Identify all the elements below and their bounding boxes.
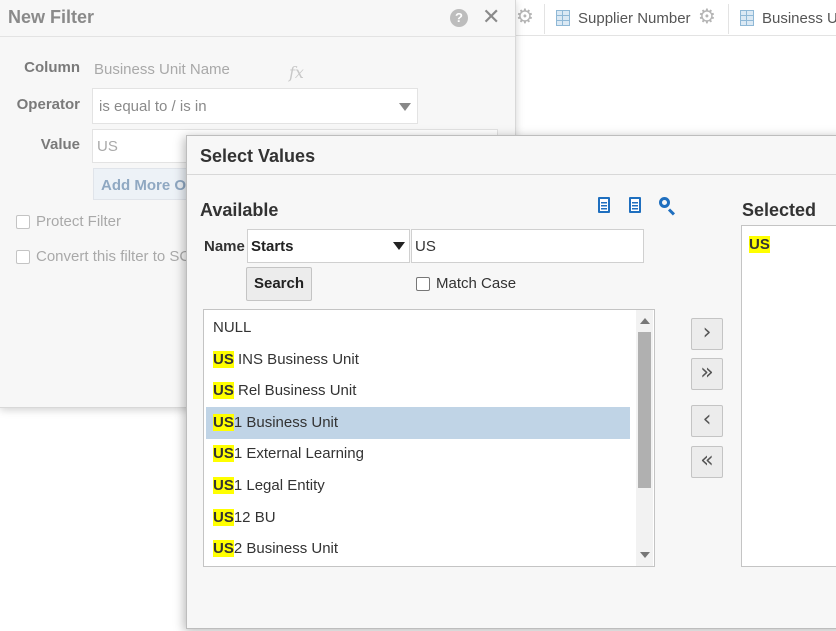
gear-icon[interactable]: ⚙ bbox=[698, 7, 716, 27]
move-right-button[interactable]: › bbox=[691, 318, 723, 350]
list-item[interactable]: US2 Business Unit bbox=[206, 533, 630, 565]
protect-filter-checkbox[interactable]: Protect Filter bbox=[16, 213, 121, 230]
column-label: Column bbox=[24, 59, 80, 76]
available-values-list[interactable]: US2 Business Unit US12 BU US1 Legal Entity… bbox=[203, 309, 655, 567]
match-highlight: US bbox=[213, 540, 234, 558]
match-highlight: US bbox=[213, 382, 234, 400]
help-icon[interactable]: ? bbox=[450, 9, 468, 27]
column-header-label: Supplier Number bbox=[578, 9, 691, 27]
document-list-icon[interactable] bbox=[625, 195, 645, 215]
list-item[interactable]: US1 External Learning bbox=[206, 438, 630, 470]
search-text-input[interactable]: US bbox=[411, 229, 644, 263]
move-all-left-button[interactable]: « bbox=[691, 446, 723, 478]
table-column-icon bbox=[556, 10, 570, 26]
match-highlight: US bbox=[213, 445, 234, 463]
checkbox-box bbox=[416, 276, 430, 291]
match-highlight: US bbox=[213, 508, 234, 526]
list-item-label: Rel Business Unit bbox=[233, 382, 357, 400]
list-item[interactable]: US1 Business Unit bbox=[206, 406, 630, 439]
selected-values-list[interactable]: US bbox=[741, 225, 836, 567]
scrollbar-thumb[interactable] bbox=[638, 332, 651, 488]
match-highlight: US bbox=[213, 413, 234, 431]
value-label: Value bbox=[40, 136, 80, 153]
operator-select[interactable]: is equal to / is in bbox=[92, 88, 418, 124]
list-item[interactable]: US1 Legal Entity bbox=[206, 470, 630, 502]
match-highlight: US bbox=[213, 350, 234, 368]
divider bbox=[544, 4, 545, 34]
list-item-label: INS Business Unit bbox=[233, 350, 359, 368]
list-item-label: 2 Business Unit bbox=[233, 540, 339, 558]
scrollbar[interactable] bbox=[636, 310, 653, 566]
dialog-title: New Filter bbox=[8, 7, 95, 27]
dialog-title: Select Values bbox=[200, 146, 316, 166]
match-operator-select[interactable]: Starts bbox=[247, 229, 410, 263]
chevron-down-icon bbox=[399, 103, 411, 111]
checkbox-box bbox=[16, 214, 30, 229]
divider bbox=[728, 4, 729, 34]
column-value: Business Unit Name bbox=[94, 61, 230, 78]
table-column-icon bbox=[740, 10, 754, 26]
list-item-label: 1 Legal Entity bbox=[233, 477, 325, 494]
gear-icon[interactable]: ⚙ bbox=[516, 7, 534, 27]
column-header-supplier-number[interactable]: Supplier Number bbox=[556, 0, 691, 36]
checkbox-label: Protect Filter bbox=[36, 213, 122, 230]
list-item[interactable]: US bbox=[749, 236, 770, 253]
column-header-business-unit[interactable]: Business U bbox=[740, 0, 836, 36]
operator-value: is equal to / is in bbox=[99, 98, 207, 115]
list-item-label: NULL bbox=[213, 319, 252, 336]
convert-filter-checkbox[interactable]: Convert this filter to SC bbox=[16, 248, 190, 265]
list-item[interactable]: NULL bbox=[206, 312, 630, 344]
move-all-right-button[interactable]: » bbox=[691, 358, 723, 390]
column-header-label: Business U bbox=[762, 9, 836, 27]
list-item-label: 1 External Learning bbox=[233, 445, 364, 463]
name-label: Name bbox=[204, 238, 245, 255]
list-item[interactable]: US12 BU bbox=[206, 502, 630, 534]
scroll-up-arrow-icon[interactable] bbox=[640, 318, 650, 324]
selected-heading: Selected bbox=[742, 200, 817, 220]
checkbox-label: Match Case bbox=[436, 275, 517, 292]
checkbox-label: Convert this filter to SC bbox=[36, 248, 191, 265]
operator-label: Operator bbox=[16, 96, 80, 113]
match-case-checkbox[interactable]: Match Case bbox=[416, 275, 516, 292]
select-values-dialog: Select Values Available Selected Name St… bbox=[186, 135, 836, 629]
move-left-button[interactable]: ‹ bbox=[691, 405, 723, 437]
available-heading: Available bbox=[200, 200, 279, 220]
scroll-down-arrow-icon[interactable] bbox=[640, 552, 650, 558]
divider bbox=[187, 174, 836, 175]
selected-value: US bbox=[749, 236, 770, 253]
list-item[interactable]: US Rel Business Unit bbox=[206, 375, 630, 407]
close-icon[interactable]: ✕ bbox=[482, 5, 500, 29]
list-item[interactable]: US INS Business Unit bbox=[206, 344, 630, 376]
match-operator-value: Starts bbox=[251, 238, 294, 255]
divider bbox=[0, 36, 515, 37]
fx-icon[interactable]: fx bbox=[289, 63, 304, 82]
list-item-label: 12 BU bbox=[233, 508, 276, 526]
list-item-label: 1 Business Unit bbox=[233, 413, 339, 431]
document-icon[interactable] bbox=[594, 195, 614, 215]
search-button[interactable]: Search bbox=[246, 267, 312, 301]
search-icon[interactable] bbox=[657, 195, 677, 216]
column-header-strip: ⚙ Supplier Number ⚙ Business U bbox=[516, 0, 836, 36]
match-highlight: US bbox=[213, 477, 234, 494]
checkbox-box bbox=[16, 249, 30, 264]
chevron-down-icon bbox=[393, 242, 405, 250]
